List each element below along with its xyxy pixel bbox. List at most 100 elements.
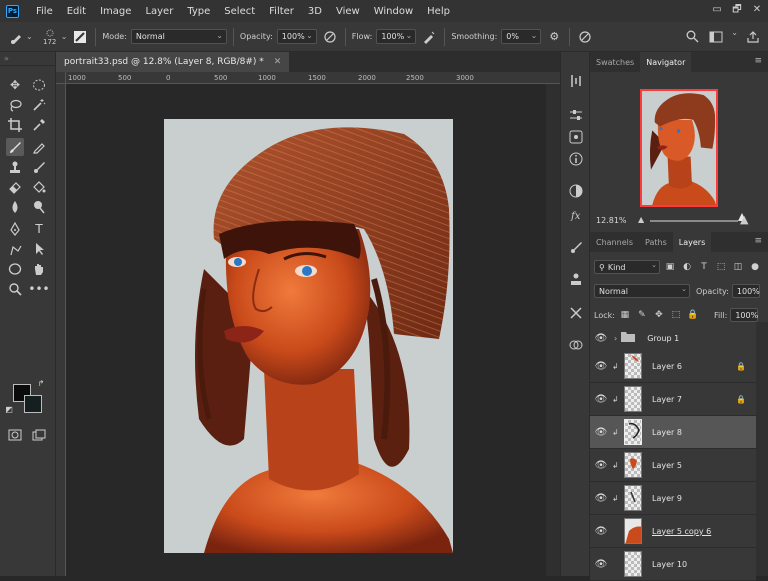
info-icon[interactable] [567,150,585,168]
layer-row-selected[interactable]: 👁 ↲ Layer 8 [590,416,756,449]
eye-icon[interactable]: 👁 [590,493,612,504]
filter-type-icon[interactable]: T [697,260,711,274]
filter-smart-object-icon[interactable]: ◫ [731,260,745,274]
canvas-area[interactable] [66,84,546,576]
eye-icon[interactable]: 👁 [590,394,612,405]
ellipse-shape-icon[interactable] [6,260,24,278]
close-icon[interactable]: ✕ [750,3,764,17]
layer-opacity-field[interactable]: 100% [731,284,760,298]
eye-icon[interactable]: 👁 [590,427,612,438]
airbrush-icon[interactable] [420,28,438,46]
magic-wand-icon[interactable] [30,96,48,114]
direct-selection-icon[interactable] [30,240,48,258]
clone-source-icon[interactable] [567,270,585,288]
lock-position-icon[interactable]: ✥ [652,308,666,322]
lock-all-icon[interactable]: 🔒 [686,308,700,322]
zoom-slider[interactable] [650,213,746,222]
brush-tool-icon[interactable] [6,138,24,156]
clone-stamp-icon[interactable] [6,158,24,176]
eye-icon[interactable]: 👁 [590,333,612,344]
history-icon[interactable] [567,72,585,90]
workspace-icon[interactable] [707,28,725,46]
flow-field[interactable]: 100% ⌄ [376,29,417,44]
move-tool-icon[interactable]: ✥ [6,76,24,94]
toolbar-grip[interactable]: » [0,52,55,66]
blend-mode-select[interactable]: Normal ⌄ [594,284,690,298]
layer-row[interactable]: 👁 Layer 10 [590,548,756,581]
layer-row[interactable]: 👁 ↲ Layer 7 🔒 [590,383,756,416]
zoom-out-icon[interactable]: ▲ [638,215,644,224]
eraser-icon[interactable] [6,178,24,196]
zoom-in-icon[interactable]: ▲ [740,213,748,226]
tab-paths[interactable]: Paths [639,232,673,252]
tab-navigator[interactable]: Navigator [640,52,692,72]
brush-size-picker[interactable]: 172 [43,28,57,46]
brushes-icon[interactable] [567,238,585,256]
lock-artboard-icon[interactable]: ⬚ [669,308,683,322]
chevron-right-icon[interactable]: › [614,334,617,343]
menu-3d[interactable]: 3D [301,6,329,17]
lock-pixels-icon[interactable]: ✎ [635,308,649,322]
artwork-canvas[interactable] [164,119,453,553]
eyedropper-icon[interactable] [30,116,48,134]
mode-select[interactable]: Normal ⌄ [130,29,227,44]
canvas-vertical-scrollbar[interactable] [546,84,560,576]
screen-mode-icon[interactable] [30,426,48,444]
tab-swatches[interactable]: Swatches [590,52,640,72]
layer-row[interactable]: 👁 ↲ Layer 6 🔒 [590,350,756,383]
document-tab[interactable]: portrait33.psd @ 12.8% (Layer 8, RGB/8#)… [56,52,290,72]
share-icon[interactable] [744,28,762,46]
dodge-icon[interactable] [30,198,48,216]
paint-bucket-icon[interactable] [30,178,48,196]
path-selection-icon[interactable] [6,240,24,258]
opacity-field[interactable]: 100% ⌄ [276,29,317,44]
pressure-opacity-icon[interactable] [321,28,339,46]
menu-window[interactable]: Window [367,6,420,17]
filter-adjustment-icon[interactable]: ◐ [680,260,694,274]
brush-preset-icon[interactable] [8,28,26,46]
pencil-icon[interactable] [30,138,48,156]
pressure-size-icon[interactable] [576,28,594,46]
eye-icon[interactable]: 👁 [590,460,612,471]
filter-toggle-icon[interactable]: ● [748,260,762,274]
zoom-value[interactable]: 12.81% [596,216,634,225]
menu-type[interactable]: Type [180,6,217,17]
type-tool-icon[interactable]: T [30,220,48,238]
menu-help[interactable]: Help [420,6,457,17]
quick-mask-icon[interactable] [6,426,24,444]
smoothing-gear-icon[interactable]: ⚙ [545,28,563,46]
menu-file[interactable]: File [29,6,60,17]
styles-icon[interactable]: fx [567,206,585,224]
filter-shape-icon[interactable]: ⬚ [714,260,728,274]
layer-filter-select[interactable]: ⚲ Kind ⌄ [594,260,660,274]
background-color-swatch[interactable] [24,395,42,413]
tab-layers[interactable]: Layers [672,232,712,252]
hand-icon[interactable] [30,260,48,278]
layer-row[interactable]: 👁 Layer 5 copy 6 [590,515,756,548]
smoothing-field[interactable]: 0% ⌄ [501,29,542,44]
pen-icon[interactable] [6,220,24,238]
channels-icon[interactable] [567,336,585,354]
layers-panel-menu-icon[interactable]: ≡ [754,236,762,246]
crop-icon[interactable] [6,116,24,134]
eye-icon[interactable]: 👁 [590,361,612,372]
menu-layer[interactable]: Layer [138,6,180,17]
menu-filter[interactable]: Filter [262,6,301,17]
menu-image[interactable]: Image [93,6,138,17]
more-tools-icon[interactable]: ••• [28,280,49,298]
layers-scrollbar[interactable] [756,322,768,576]
zoom-icon[interactable] [6,280,24,298]
search-icon[interactable] [683,28,701,46]
adjustments-icon[interactable] [567,106,585,124]
menu-view[interactable]: View [329,6,367,17]
tab-channels[interactable]: Channels [590,232,639,252]
blur-icon[interactable] [6,198,24,216]
panel-menu-icon[interactable]: ≡ [754,56,762,66]
filter-pixel-icon[interactable]: ▣ [663,260,677,274]
layer-row[interactable]: 👁 ↲ Layer 5 [590,449,756,482]
fill-field[interactable]: 100% [730,308,759,322]
eye-icon[interactable]: 👁 [590,526,612,537]
history-brush-icon[interactable] [30,158,48,176]
menu-edit[interactable]: Edit [60,6,93,17]
libraries-icon[interactable] [567,128,585,146]
